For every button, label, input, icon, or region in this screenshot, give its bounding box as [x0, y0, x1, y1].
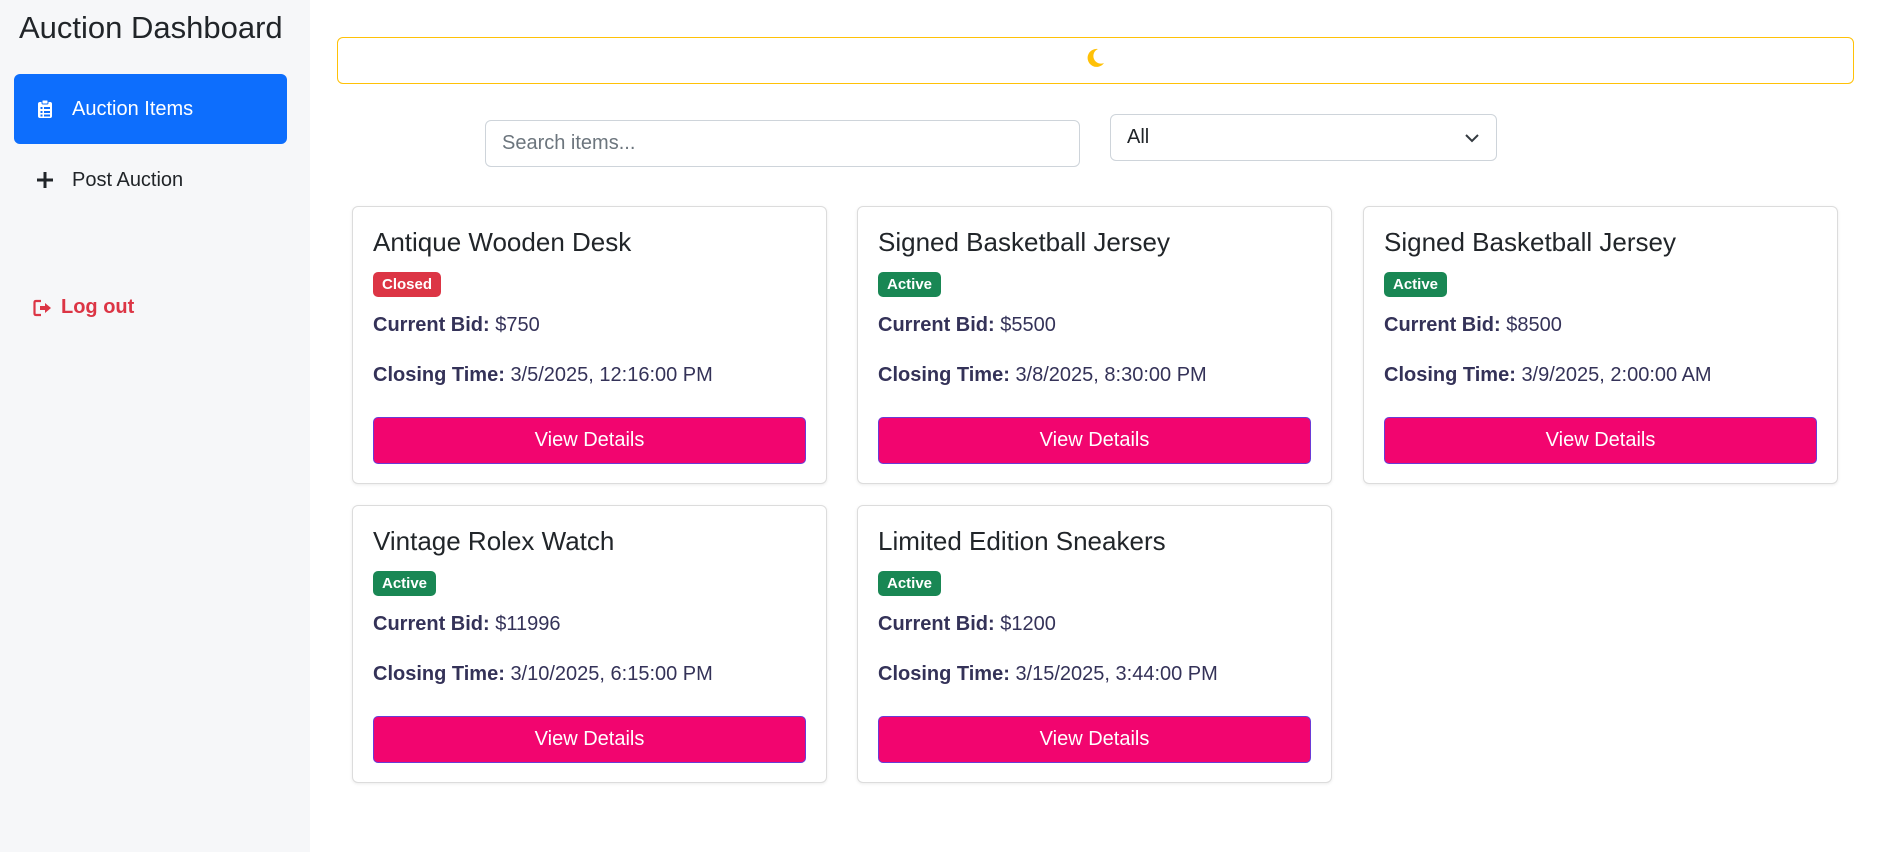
auction-card: Signed Basketball Jersey Active Current … — [857, 206, 1332, 484]
auction-card: Limited Edition Sneakers Active Current … — [857, 505, 1332, 783]
current-bid-value: $1200 — [1000, 613, 1056, 635]
logout-icon — [33, 298, 53, 318]
current-bid-label: Current Bid: — [373, 613, 490, 635]
logout-link[interactable]: Log out — [33, 296, 134, 319]
closing-time-label: Closing Time: — [878, 364, 1010, 386]
status-badge: Active — [1384, 272, 1448, 297]
current-bid: Current Bid: $11996 — [373, 613, 561, 636]
closing-time-value: 3/5/2025, 12:16:00 PM — [510, 364, 713, 386]
closing-time: Closing Time: 3/5/2025, 12:16:00 PM — [373, 364, 713, 387]
item-title: Signed Basketball Jersey — [1384, 227, 1676, 257]
status-badge: Closed — [373, 272, 442, 297]
sidebar-item-auction-items[interactable]: Auction Items — [14, 74, 287, 144]
view-details-button[interactable]: View Details — [373, 716, 806, 763]
logout-label: Log out — [61, 296, 135, 318]
sidebar-item-label: Auction Items — [72, 97, 194, 120]
status-badge: Active — [373, 571, 437, 596]
sidebar-item-post-auction[interactable]: Post Auction — [14, 145, 287, 215]
current-bid-label: Current Bid: — [1384, 314, 1501, 336]
status-filter-value: All — [1127, 126, 1150, 148]
closing-time-label: Closing Time: — [373, 663, 505, 685]
closing-time: Closing Time: 3/10/2025, 6:15:00 PM — [373, 663, 713, 686]
plus-icon — [34, 169, 56, 191]
clipboard-icon — [34, 98, 56, 120]
closing-time-label: Closing Time: — [878, 663, 1010, 685]
item-title: Signed Basketball Jersey — [878, 227, 1170, 257]
closing-time-value: 3/9/2025, 2:00:00 AM — [1521, 364, 1712, 386]
current-bid: Current Bid: $5500 — [878, 314, 1056, 337]
current-bid-value: $8500 — [1506, 314, 1562, 336]
current-bid-value: $750 — [495, 314, 540, 336]
closing-time-value: 3/8/2025, 8:30:00 PM — [1015, 364, 1207, 386]
status-filter-select[interactable]: All — [1110, 114, 1497, 161]
search-input[interactable] — [485, 120, 1080, 167]
current-bid-label: Current Bid: — [878, 613, 995, 635]
closing-time: Closing Time: 3/9/2025, 2:00:00 AM — [1384, 364, 1712, 387]
closing-time-label: Closing Time: — [373, 364, 505, 386]
closing-time-value: 3/10/2025, 6:15:00 PM — [510, 663, 713, 685]
view-details-button[interactable]: View Details — [373, 417, 806, 464]
current-bid-value: $11996 — [495, 613, 561, 635]
current-bid: Current Bid: $8500 — [1384, 314, 1562, 337]
status-badge: Active — [878, 571, 942, 596]
view-details-button[interactable]: View Details — [878, 417, 1311, 464]
item-title: Limited Edition Sneakers — [878, 526, 1166, 556]
theme-toggle-button[interactable] — [337, 37, 1854, 84]
current-bid-value: $5500 — [1000, 314, 1056, 336]
status-badge: Active — [878, 272, 942, 297]
chevron-down-icon — [1464, 126, 1480, 149]
closing-time-label: Closing Time: — [1384, 364, 1516, 386]
auction-card: Vintage Rolex Watch Active Current Bid: … — [352, 505, 827, 783]
current-bid-label: Current Bid: — [373, 314, 490, 336]
current-bid-label: Current Bid: — [878, 314, 995, 336]
item-title: Vintage Rolex Watch — [373, 526, 615, 556]
sidebar-item-label: Post Auction — [72, 168, 184, 191]
closing-time-value: 3/15/2025, 3:44:00 PM — [1015, 663, 1218, 685]
closing-time: Closing Time: 3/15/2025, 3:44:00 PM — [878, 663, 1218, 686]
view-details-button[interactable]: View Details — [878, 716, 1311, 763]
view-details-button[interactable]: View Details — [1384, 417, 1817, 464]
closing-time: Closing Time: 3/8/2025, 8:30:00 PM — [878, 364, 1207, 387]
item-title: Antique Wooden Desk — [373, 227, 632, 257]
current-bid: Current Bid: $750 — [373, 314, 540, 337]
auction-card: Signed Basketball Jersey Active Current … — [1363, 206, 1838, 484]
sidebar: Auction Dashboard Auction Items Post Auc… — [0, 0, 310, 852]
current-bid: Current Bid: $1200 — [878, 613, 1056, 636]
moon-icon — [1087, 48, 1105, 73]
sidebar-title: Auction Dashboard — [19, 10, 283, 45]
auction-card: Antique Wooden Desk Closed Current Bid: … — [352, 206, 827, 484]
